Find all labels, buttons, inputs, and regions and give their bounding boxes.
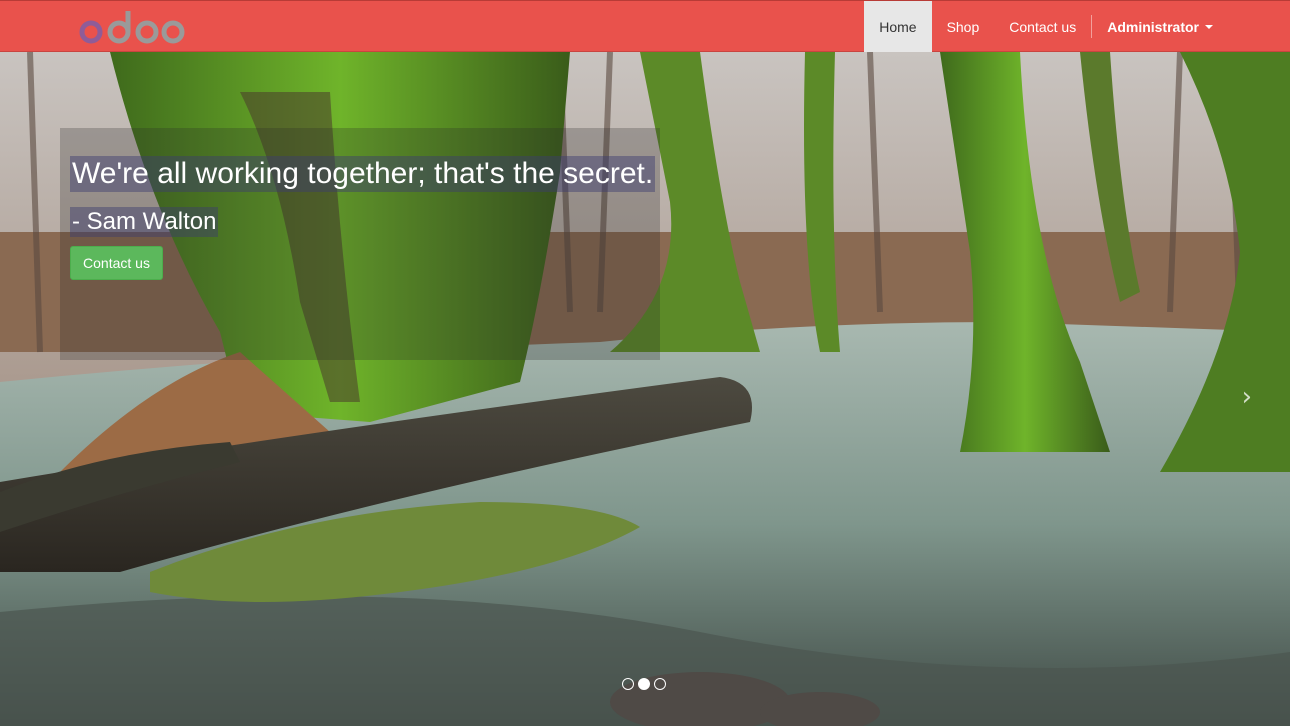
chevron-right-icon[interactable]: › [1242, 382, 1252, 412]
carousel-indicator-3[interactable] [654, 678, 666, 690]
top-navbar: Home Shop Contact us Administrator [0, 0, 1290, 52]
nav-shop[interactable]: Shop [932, 1, 995, 52]
hero-author: - Sam Walton [70, 207, 219, 237]
nav-contact-us[interactable]: Contact us [994, 1, 1091, 52]
nav-home-label: Home [879, 18, 917, 35]
nav-shop-label: Shop [946, 18, 980, 35]
caret-down-icon [1205, 24, 1213, 29]
hero-quote: We're all working together; that's the s… [70, 156, 656, 192]
carousel-indicators [622, 678, 666, 690]
contact-us-button[interactable]: Contact us [70, 246, 163, 280]
nav-home[interactable]: Home [864, 1, 932, 52]
website-page: Home Shop Contact us Administrator We're… [0, 0, 1290, 726]
carousel-indicator-2[interactable] [638, 678, 650, 690]
nav-contact-us-label: Contact us [1009, 18, 1077, 35]
carousel-indicator-1[interactable] [622, 678, 634, 690]
user-menu-dropdown[interactable]: Administrator [1092, 1, 1228, 52]
odoo-logo[interactable] [78, 7, 188, 47]
user-name: Administrator [1107, 18, 1199, 35]
main-menu: Home Shop Contact us Administrator [864, 1, 1228, 52]
hero-carousel: We're all working together; that's the s… [0, 52, 1290, 726]
